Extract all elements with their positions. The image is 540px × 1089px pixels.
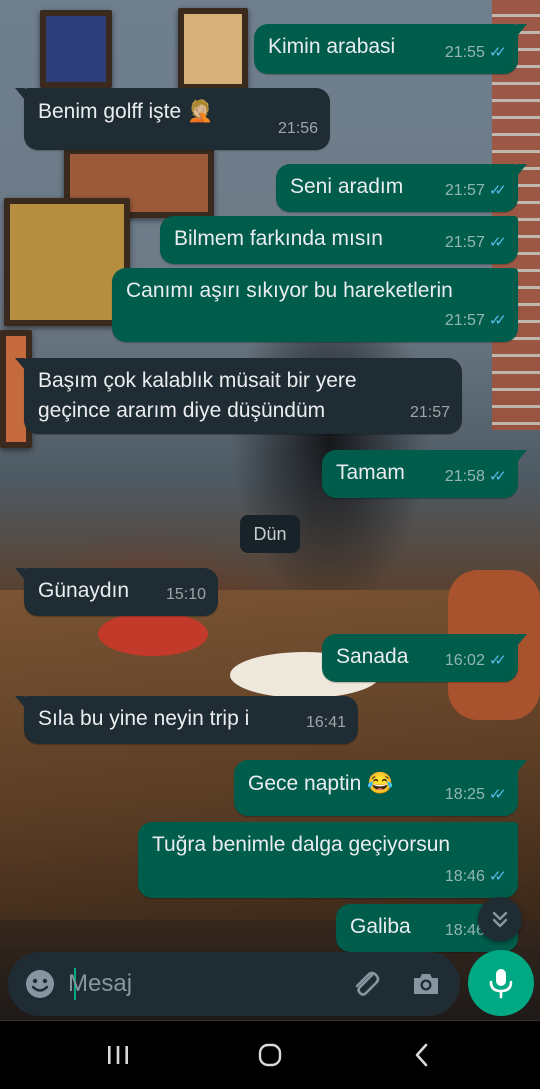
message-bubble-outgoing[interactable]: Kimin arabasi 21:55 ✓✓ (254, 24, 527, 74)
message-bubble-incoming[interactable]: Başım çok kalablık müsait bir yere geçin… (15, 358, 462, 434)
attach-button[interactable] (348, 966, 384, 1002)
message-time: 16:41 (305, 714, 346, 731)
recent-apps-icon (108, 1046, 128, 1064)
message-text: Başım çok kalablık müsait bir yere geçin… (38, 369, 357, 422)
message-meta: 21:57 ✓✓ (444, 176, 507, 206)
message-bubble-outgoing[interactable]: Sanada 16:02 ✓✓ (322, 634, 527, 682)
message-input[interactable] (68, 964, 328, 1004)
message-meta: 15:10 (166, 580, 206, 610)
emoji-button[interactable] (22, 966, 58, 1002)
emoji-icon (26, 970, 54, 998)
home-icon (258, 1043, 282, 1067)
message-text: Canımı aşırı sıkıyor bu hareketlerin (126, 279, 453, 302)
wallpaper-frame (40, 10, 112, 88)
message-bubble-outgoing[interactable]: Seni aradım 21:57 ✓✓ (276, 164, 527, 212)
message-text: Benim golff işte 🤦🏼 (38, 100, 214, 123)
message-bubble-outgoing[interactable]: Gece naptin 😂 18:25 ✓✓ (234, 760, 527, 816)
message-meta: 21:58 ✓✓ (444, 462, 507, 492)
message-time: 21:57 (444, 312, 485, 329)
message-bubble-incoming[interactable]: Sıla bu yine neyin trip i 16:41 (15, 696, 358, 744)
back-icon (415, 1043, 428, 1067)
message-bubble-incoming[interactable]: Benim golff işte 🤦🏼 21:56 (15, 88, 330, 150)
message-meta: 21:57 ✓✓ (444, 306, 507, 336)
message-meta: 21:57 ✓✓ (444, 228, 507, 258)
message-time: 21:57 (444, 234, 485, 251)
recent-apps-button[interactable] (98, 1039, 138, 1071)
message-time: 18:25 (444, 786, 485, 803)
message-time: 21:58 (444, 468, 485, 485)
double-check-icon: ✓✓ (488, 234, 507, 251)
message-meta: 21:57 (410, 398, 450, 428)
message-time: 21:55 (444, 44, 485, 61)
double-check-icon: ✓✓ (488, 868, 507, 885)
camera-button[interactable] (408, 966, 444, 1002)
message-meta: 21:55 ✓✓ (444, 38, 507, 68)
message-bubble-outgoing[interactable]: Tamam 21:58 ✓✓ (322, 450, 527, 498)
message-bubble-incoming[interactable]: Günaydın 15:10 (15, 568, 218, 616)
wallpaper-frame (178, 8, 248, 90)
double-check-icon: ✓✓ (488, 786, 507, 803)
message-time: 16:02 (444, 652, 485, 669)
date-separator: Dün (240, 515, 300, 553)
paperclip-icon (355, 971, 380, 996)
double-check-icon: ✓✓ (488, 312, 507, 329)
message-meta: 18:46 ✓✓ (444, 862, 507, 892)
message-bubble-outgoing[interactable]: Bilmem farkında mısın 21:57 ✓✓ (160, 216, 518, 264)
scroll-to-bottom-button[interactable] (478, 897, 522, 941)
message-meta: 21:56 (278, 114, 318, 144)
message-meta: 16:41 (306, 708, 346, 738)
message-time: 18:46 (444, 868, 485, 885)
back-button[interactable] (402, 1039, 442, 1071)
system-navigation-bar (0, 1021, 540, 1089)
message-time: 15:10 (165, 586, 206, 603)
message-bubble-outgoing[interactable]: Canımı aşırı sıkıyor bu hareketlerin 21:… (112, 268, 518, 342)
wallpaper-plate (98, 612, 208, 656)
message-text: Tuğra benimle dalga geçiyorsun (152, 833, 451, 856)
message-meta: 18:25 ✓✓ (444, 780, 507, 810)
double-check-icon: ✓✓ (488, 182, 507, 199)
message-bubble-outgoing[interactable]: Tuğra benimle dalga geçiyorsun 18:46 ✓✓ (138, 822, 518, 898)
message-time: 21:56 (277, 120, 318, 137)
double-check-icon: ✓✓ (488, 44, 507, 61)
double-check-icon: ✓✓ (488, 468, 507, 485)
double-check-icon: ✓✓ (488, 652, 507, 669)
double-chevron-down-icon (492, 911, 508, 928)
home-button[interactable] (250, 1039, 290, 1071)
message-composer (8, 952, 460, 1016)
camera-icon (414, 974, 438, 994)
voice-message-button[interactable] (468, 950, 534, 1016)
message-time: 21:57 (444, 182, 485, 199)
message-text: Sıla bu yine neyin trip i (38, 707, 250, 730)
microphone-icon (489, 969, 513, 999)
message-time: 21:57 (409, 404, 450, 421)
message-meta: 16:02 ✓✓ (444, 646, 507, 676)
